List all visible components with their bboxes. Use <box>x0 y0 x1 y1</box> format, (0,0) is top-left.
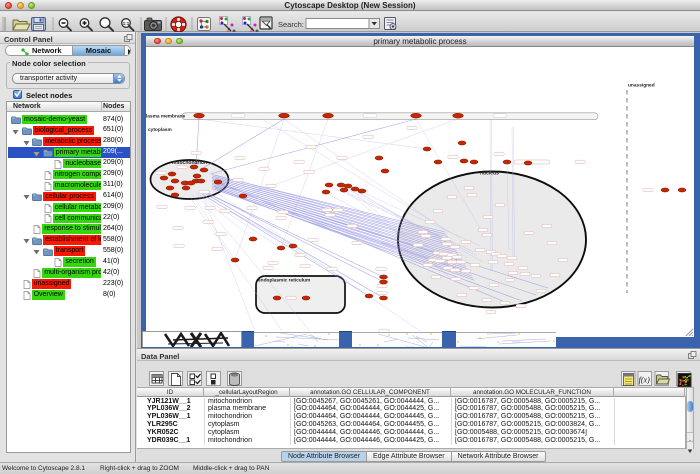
svg-text:f(x): f(x) <box>639 375 650 384</box>
svg-text:1:1: 1:1 <box>123 21 130 26</box>
svg-text:mitochondrion: mitochondrion <box>172 160 207 166</box>
svg-text:nucleus: nucleus <box>480 171 499 177</box>
svg-text:Search:: Search: <box>278 20 304 29</box>
svg-text:plasma membrane: plasma membrane <box>146 114 185 120</box>
svg-text:cytoplasm: cytoplasm <box>148 127 172 133</box>
svg-text:unassigned: unassigned <box>628 83 655 89</box>
svg-text:endoplasmic reticulum: endoplasmic reticulum <box>258 278 310 284</box>
